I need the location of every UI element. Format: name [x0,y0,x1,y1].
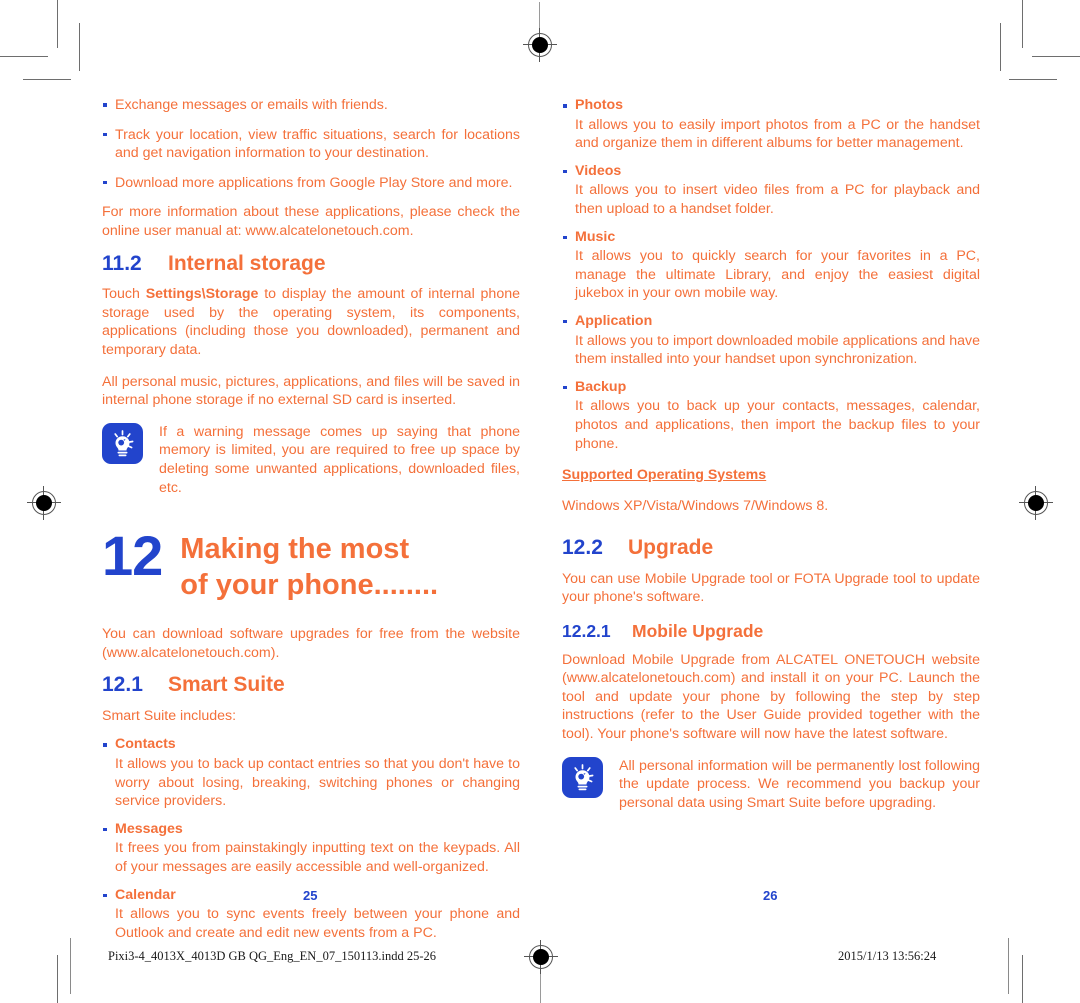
section-number: 12.2 [562,536,603,560]
feature-description: It allows you to quickly search for your… [575,248,980,302]
tip-callout-storage: If a warning message comes up saying tha… [102,422,520,497]
registration-mark-tail [539,2,540,28]
registration-mark-bottom-center [524,940,558,1003]
feature-description: It allows you to insert video files from… [575,182,980,217]
section-number: 11.2 [102,251,142,275]
lightbulb-tip-icon [102,422,143,464]
feature-description: It frees you from painstakingly inputtin… [115,840,520,876]
feature-videos: Videos It allows you to insert video fil… [562,162,980,219]
feature-contacts: Contacts It allows you to back up contac… [102,735,520,810]
feature-term: Contacts [102,735,520,754]
upgrade-paragraph: You can use Mobile Upgrade tool or FOTA … [562,570,980,606]
printed-page-spread: Exchange messages or emails with friends… [0,0,1080,1003]
crop-mark-top-right-vertical [1022,0,1023,48]
mobile-upgrade-paragraph: Download Mobile Upgrade from ALCATEL ONE… [562,651,980,743]
lightbulb-tip-icon [562,756,603,798]
chapter-intro-paragraph: You can download software upgrades for f… [102,626,520,661]
feature-music: Music It allows you to quickly search fo… [562,228,980,303]
crop-mark-top-right-inner-horizontal [1009,79,1057,80]
crop-mark-top-left-horizontal [0,56,48,57]
footer-filename: Pixi3-4_4013X_4013D GB QG_Eng_EN_07_1501… [108,949,437,963]
registration-dot [532,37,548,53]
chapter-title: Making the most of your phone........ [180,531,438,603]
feature-description: It allows you to easily import photos fr… [575,116,980,152]
crop-mark-top-left-inner-vertical [79,23,80,71]
left-page-column: Exchange messages or emails with friends… [102,96,520,951]
tip-text: If a warning message comes up saying tha… [159,423,520,496]
section-number: 12.1 [102,673,143,697]
crop-mark-bottom-right-vertical [1022,955,1023,1003]
settings-storage-bold: Settings\Storage [145,286,259,303]
supported-os-label: Supported Operating Systems [562,467,767,484]
feature-backup: Backup It allows you to back up your con… [562,378,980,453]
right-page-column: Photos It allows you to easily import ph… [562,96,980,825]
section-heading-internal-storage: 11.2 Internal storage [102,251,520,275]
chapter-title-block: 12 Making the most of your phone........ [102,524,520,603]
registration-dot [533,949,549,965]
registration-mark-tail [540,974,541,1003]
feature-description: It allows you to sync events freely betw… [115,906,520,941]
section-heading-mobile-upgrade: 12.2.1 Mobile Upgrade [562,622,980,641]
section-title: Smart Suite [168,673,285,697]
intro-bullet-list: Exchange messages or emails with friends… [102,96,520,192]
supported-os-value: Windows XP/Vista/Windows 7/Windows 8. [562,497,829,514]
list-item: Download more applications from Google P… [102,174,520,193]
section-number: 12.2.1 [562,621,611,642]
footer-timestamp: 2015/1/13 13:56:24 [838,949,937,963]
list-item: Exchange messages or emails with friends… [102,96,520,115]
footer-rule-left [70,938,71,994]
registration-mark-left [27,486,61,520]
crop-mark-top-left-vertical [57,0,58,48]
feature-description: It allows you to back up your contacts, … [575,398,980,452]
registration-mark-right [1019,486,1053,520]
tip-callout-upgrade: All personal information will be permane… [562,756,980,813]
feature-photos: Photos It allows you to easily import ph… [562,96,980,153]
registration-mark-top-center [523,2,557,62]
tip-text: All personal information will be permane… [619,757,980,811]
intro-paragraph: For more information about these applica… [102,204,520,239]
crop-mark-bottom-left-vertical [57,955,58,1003]
registration-dot [1028,495,1044,511]
smart-suite-lead: Smart Suite includes: [102,707,237,724]
feature-term: Music [562,228,980,247]
paragraph-prefix: Touch [102,286,146,303]
chapter-title-line-2: of your phone........ [180,569,439,602]
chapter-title-line-1: Making the most [180,533,410,566]
crop-mark-top-left-inner-horizontal [23,79,71,80]
footer-rule-right [1008,938,1009,994]
page-number-left: 25 [303,888,318,903]
chapter-number: 12 [102,524,163,588]
section-heading-smart-suite: 12.1 Smart Suite [102,673,520,697]
feature-term: Videos [562,162,980,181]
crop-mark-top-right-horizontal [1032,56,1080,57]
feature-term: Messages [102,820,520,839]
section-heading-upgrade: 12.2 Upgrade [562,536,980,560]
feature-description: It allows you to import downloaded mobil… [575,332,980,368]
feature-application: Application It allows you to import down… [562,312,980,369]
feature-messages: Messages It frees you from painstakingly… [102,820,520,877]
section-title: Mobile Upgrade [632,621,764,642]
page-number-right: 26 [763,888,778,903]
section-title: Internal storage [168,251,326,275]
feature-term: Photos [562,96,980,115]
feature-term: Application [562,312,980,331]
registration-dot [36,495,52,511]
internal-storage-paragraph-2: All personal music, pictures, applicatio… [102,373,520,409]
section-title: Upgrade [628,536,714,560]
internal-storage-paragraph-1: Touch Settings\Storage to display the am… [102,285,520,359]
crop-mark-top-right-inner-vertical [1000,23,1001,71]
list-item: Track your location, view traffic situat… [102,126,520,163]
feature-description: It allows you to back up contact entries… [115,756,520,810]
feature-term: Backup [562,378,980,397]
